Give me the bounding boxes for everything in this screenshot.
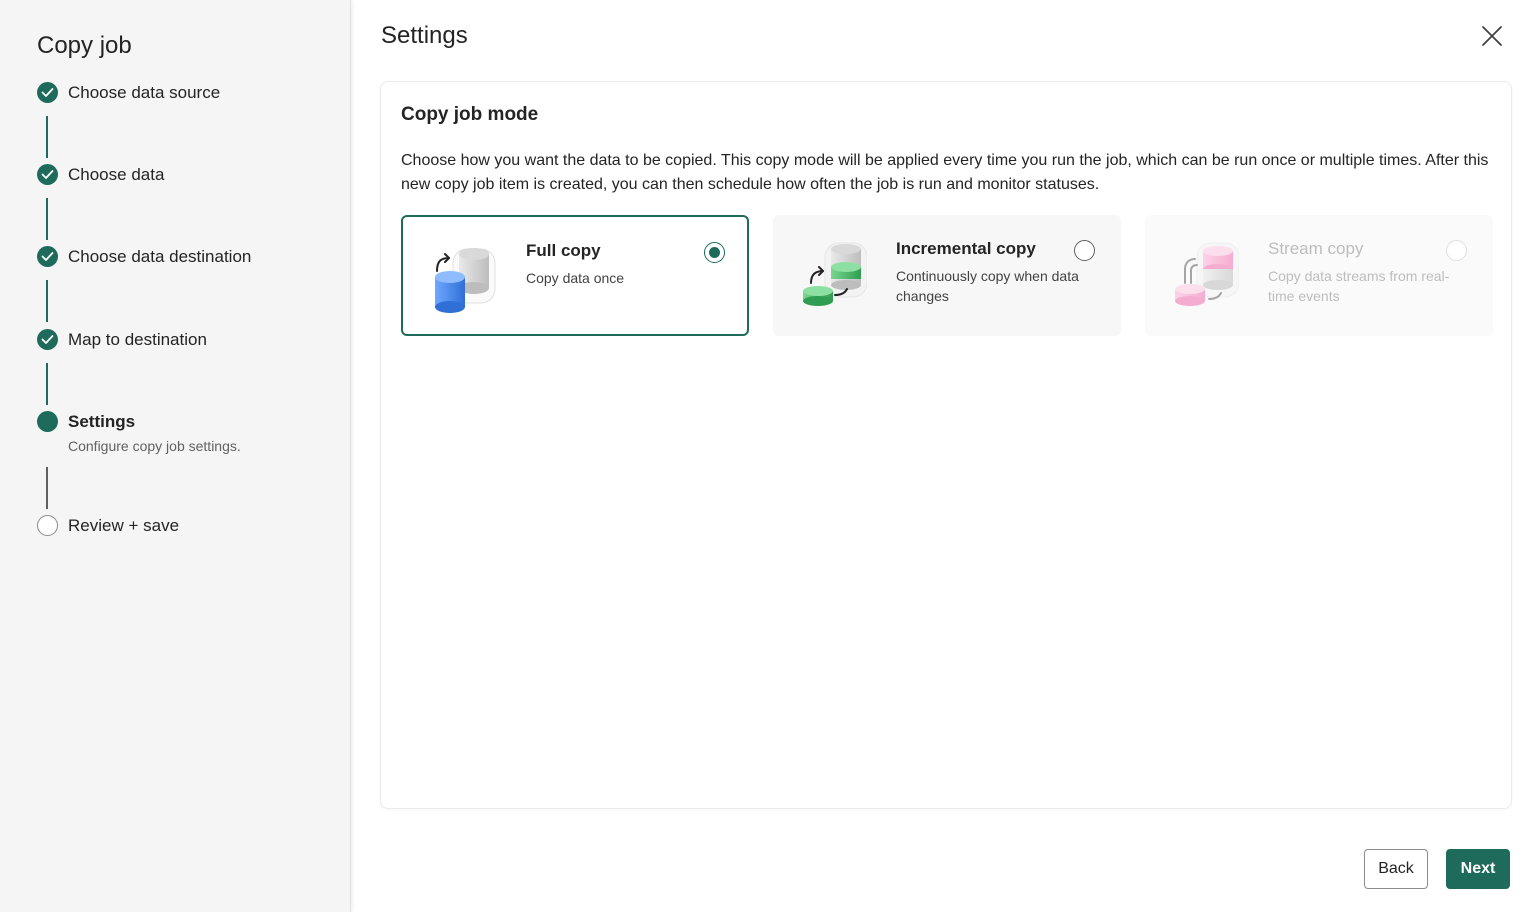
panel-description: Choose how you want the data to be copie… xyxy=(401,152,1489,193)
option-title: Full copy xyxy=(526,241,601,260)
step-connector xyxy=(46,116,48,158)
sidebar-title: Copy job xyxy=(37,32,132,59)
incremental-copy-icon xyxy=(801,239,868,313)
option-description: Continuously copy when data changes xyxy=(896,268,1079,304)
close-icon[interactable] xyxy=(1478,22,1506,50)
check-icon xyxy=(37,246,58,267)
check-icon xyxy=(37,329,58,350)
check-icon xyxy=(37,164,58,185)
step-connector xyxy=(46,363,48,405)
incremental-copy-radio[interactable] xyxy=(1074,240,1095,261)
option-title: Stream copy xyxy=(1268,239,1364,258)
step-label: Review + save xyxy=(68,516,180,535)
pending-step-circle-icon xyxy=(37,515,58,536)
copy-job-mode-panel: Copy job mode Choose how you want the da… xyxy=(380,81,1512,809)
full-copy-option[interactable]: Full copy Copy data once xyxy=(401,215,749,336)
current-step-dot-icon xyxy=(37,411,58,432)
panel-title: Copy job mode xyxy=(401,104,539,125)
back-button[interactable]: Back xyxy=(1364,849,1428,889)
wizard-sidebar: Copy job Choose data source Choose data … xyxy=(0,0,351,912)
option-description: Copy data streams from real-time events xyxy=(1268,268,1450,304)
stream-copy-icon xyxy=(1173,239,1240,313)
step-label: Choose data source xyxy=(68,83,221,102)
stream-copy-option: Stream copy Copy data streams from real-… xyxy=(1145,215,1493,336)
check-icon xyxy=(37,82,58,103)
full-copy-icon xyxy=(431,241,497,315)
incremental-copy-option[interactable]: Incremental copy Continuously copy when … xyxy=(773,215,1121,336)
next-button[interactable]: Next xyxy=(1446,849,1510,889)
option-title: Incremental copy xyxy=(896,239,1036,258)
step-connector xyxy=(46,280,48,322)
step-label: Map to destination xyxy=(68,330,207,349)
option-description: Copy data once xyxy=(526,270,625,286)
step-connector xyxy=(46,198,48,240)
step-label: Choose data xyxy=(68,165,165,184)
step-sublabel: Configure copy job settings. xyxy=(68,438,241,454)
stream-copy-radio xyxy=(1446,240,1467,261)
step-connector xyxy=(46,467,48,509)
full-copy-radio[interactable] xyxy=(704,242,725,263)
step-label: Settings xyxy=(68,412,136,431)
step-label: Choose data destination xyxy=(68,247,252,266)
page-title: Settings xyxy=(381,22,468,49)
